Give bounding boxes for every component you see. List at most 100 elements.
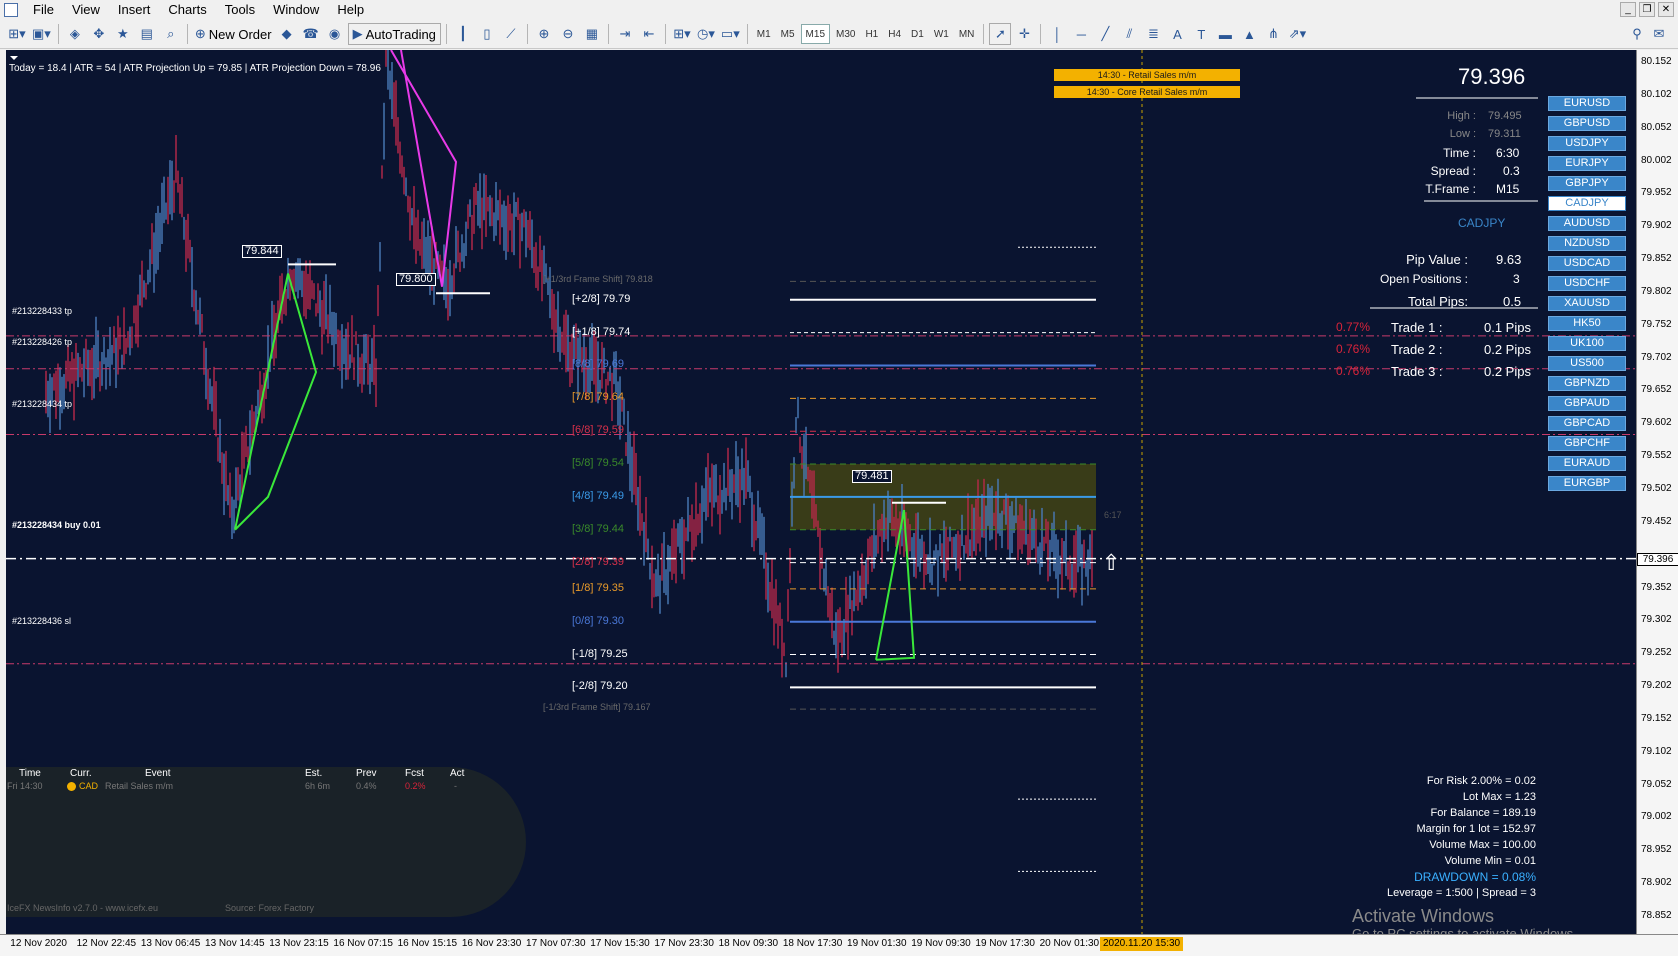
templates-icon[interactable]: ▭▾ [719, 23, 742, 45]
leverage-spread: Leverage = 1:500 | Spread = 3 [1386, 887, 1536, 899]
new-order-label: New Order [208, 26, 272, 42]
timeframe-d1[interactable]: D1 [907, 24, 928, 44]
time-axis[interactable]: 12 Nov 2020 12 Nov 22:45 13 Nov 06:45 13 No… [0, 934, 1678, 956]
chart-shift-icon[interactable]: ⇤ [638, 23, 660, 45]
symbol-button-nzdusd[interactable]: NZDUSD [1548, 236, 1626, 251]
news-header-curr: Curr. [70, 768, 92, 779]
timeframe-m15[interactable]: M15 [800, 24, 830, 44]
crosshair-icon[interactable]: ✛ [1013, 23, 1035, 45]
low-label: Low : [1449, 128, 1476, 140]
menu-help[interactable]: Help [328, 0, 373, 20]
timeframe-h1[interactable]: H1 [861, 24, 882, 44]
open-positions-value: 3 [1513, 272, 1520, 286]
horizontal-line-icon[interactable]: ─ [1070, 23, 1092, 45]
zoom-in-icon[interactable]: ⊕ [533, 23, 555, 45]
symbol-button-euraud[interactable]: EURAUD [1548, 456, 1626, 471]
profiles-icon[interactable]: ▣▾ [30, 23, 53, 45]
signals-icon[interactable]: ☎ [300, 23, 322, 45]
symbol-button-usdchf[interactable]: USDCHF [1548, 276, 1626, 291]
line-chart-icon[interactable]: ⟋ [500, 23, 522, 45]
vertical-line-icon[interactable]: │ [1046, 23, 1068, 45]
symbol-button-eurusd[interactable]: EURUSD [1548, 96, 1626, 111]
close-button[interactable]: ✕ [1658, 2, 1674, 17]
timeframe-h4[interactable]: H4 [884, 24, 905, 44]
new-chart-icon[interactable]: ⊞▾ [6, 23, 28, 45]
symbol-button-gbpcad[interactable]: GBPCAD [1548, 416, 1626, 431]
periods-icon[interactable]: ◷▾ [695, 23, 717, 45]
metaeditor-icon[interactable]: ◆ [276, 23, 298, 45]
fibonacci-icon[interactable]: ≣ [1142, 23, 1164, 45]
favorites-icon[interactable]: ★ [112, 23, 134, 45]
text-label-icon[interactable]: T [1190, 23, 1212, 45]
trendline-icon[interactable]: ╱ [1094, 23, 1116, 45]
community-icon[interactable]: ◉ [324, 23, 346, 45]
symbol-button-hk50[interactable]: HK50 [1548, 316, 1626, 331]
timeframe-mn[interactable]: MN [955, 24, 979, 44]
autotrading-button[interactable]: ▶ AutoTrading [347, 23, 441, 45]
symbol-button-xauusd[interactable]: XAUUSD [1548, 296, 1626, 311]
cursor-icon[interactable]: ➚ [989, 23, 1012, 45]
symbol-button-gbpaud[interactable]: GBPAUD [1548, 396, 1626, 411]
price-axis-tick: 79.052 [1641, 778, 1672, 790]
menu-insert[interactable]: Insert [109, 0, 160, 20]
zoom-out-icon[interactable]: ⊖ [557, 23, 579, 45]
terminal-icon[interactable]: ▤ [136, 23, 158, 45]
autoscroll-icon[interactable]: ⇥ [614, 23, 636, 45]
chart-menu-arrow-icon [10, 56, 18, 60]
symbol-button-us500[interactable]: US500 [1548, 356, 1626, 371]
menu-view[interactable]: View [63, 0, 109, 20]
timeframe-w1[interactable]: W1 [930, 24, 953, 44]
murray-level-label: [-2/8] 79.20 [572, 680, 628, 693]
timeframe-m30[interactable]: M30 [832, 24, 859, 44]
volume-min: Volume Min = 0.01 [1444, 855, 1536, 867]
toolbar-separator [983, 24, 985, 44]
market-watch-icon[interactable]: ◈ [64, 23, 86, 45]
symbol-button-eurjpy[interactable]: EURJPY [1548, 156, 1626, 171]
new-order-button[interactable]: ⊕ New Order [193, 23, 274, 45]
bar-chart-icon[interactable]: ┃ [452, 23, 474, 45]
chat-icon[interactable]: ✉ [1648, 23, 1670, 45]
rectangle-icon[interactable]: ▬ [1214, 23, 1236, 45]
minimize-button[interactable]: _ [1620, 2, 1636, 17]
symbol-button-gbpusd[interactable]: GBPUSD [1548, 116, 1626, 131]
search-icon[interactable]: ⚲ [1626, 23, 1648, 45]
price-axis-tick: 79.102 [1641, 745, 1672, 757]
price-axis[interactable]: 80.152 80.102 80.052 80.002 79.952 79.902 79.8… [1636, 50, 1678, 934]
symbol-button-gbpnzd[interactable]: GBPNZD [1548, 376, 1626, 391]
symbol-button-audusd[interactable]: AUDUSD [1548, 216, 1626, 231]
menu-tools[interactable]: Tools [216, 0, 264, 20]
channel-icon[interactable]: ⫽ [1118, 23, 1140, 45]
symbol-button-uk100[interactable]: UK100 [1548, 336, 1626, 351]
toolbar-separator [526, 24, 528, 44]
symbol-button-usdcad[interactable]: USDCAD [1548, 256, 1626, 271]
time-axis-tick: 17 Nov 23:30 [654, 938, 714, 949]
symbol-button-usdjpy[interactable]: USDJPY [1548, 136, 1626, 151]
menu-window[interactable]: Window [264, 0, 328, 20]
price-axis-tick: 79.202 [1641, 680, 1672, 692]
symbol-button-gbpjpy[interactable]: GBPJPY [1548, 176, 1626, 191]
text-icon[interactable]: A [1166, 23, 1188, 45]
strategy-tester-icon[interactable]: ⌕ [160, 23, 182, 45]
murray-level-label: [7/8] 79.64 [572, 391, 624, 404]
arrows-icon[interactable]: ⇗▾ [1286, 23, 1308, 45]
timeframe-m5[interactable]: M5 [777, 24, 799, 44]
price-chart[interactable]: Today = 18.4 | ATR = 54 | ATR Projection… [6, 50, 1636, 934]
candlestick-icon[interactable]: ▯ [476, 23, 498, 45]
price-axis-tick: 80.052 [1641, 121, 1672, 133]
triangle-icon[interactable]: ▲ [1238, 23, 1260, 45]
margin-1-lot: Margin for 1 lot = 152.97 [1416, 823, 1536, 835]
symbol-button-cadjpy[interactable]: CADJPY [1548, 196, 1626, 211]
menu-file[interactable]: File [24, 0, 63, 20]
autotrading-icon: ▶ [352, 26, 363, 41]
symbol-button-gbpchf[interactable]: GBPCHF [1548, 436, 1626, 451]
navigator-icon[interactable]: ✥ [88, 23, 110, 45]
andrews-icon[interactable]: ⋔ [1262, 23, 1284, 45]
restore-button[interactable]: ❐ [1639, 2, 1655, 17]
timeframe-m1[interactable]: M1 [753, 24, 775, 44]
symbol-button-eurgbp[interactable]: EURGBP [1548, 476, 1626, 491]
app-icon [4, 3, 18, 17]
price-label-79800: 79.800 [396, 273, 436, 286]
menu-charts[interactable]: Charts [159, 0, 215, 20]
tile-windows-icon[interactable]: ▦ [581, 23, 603, 45]
indicators-icon[interactable]: ⊞▾ [671, 23, 693, 45]
